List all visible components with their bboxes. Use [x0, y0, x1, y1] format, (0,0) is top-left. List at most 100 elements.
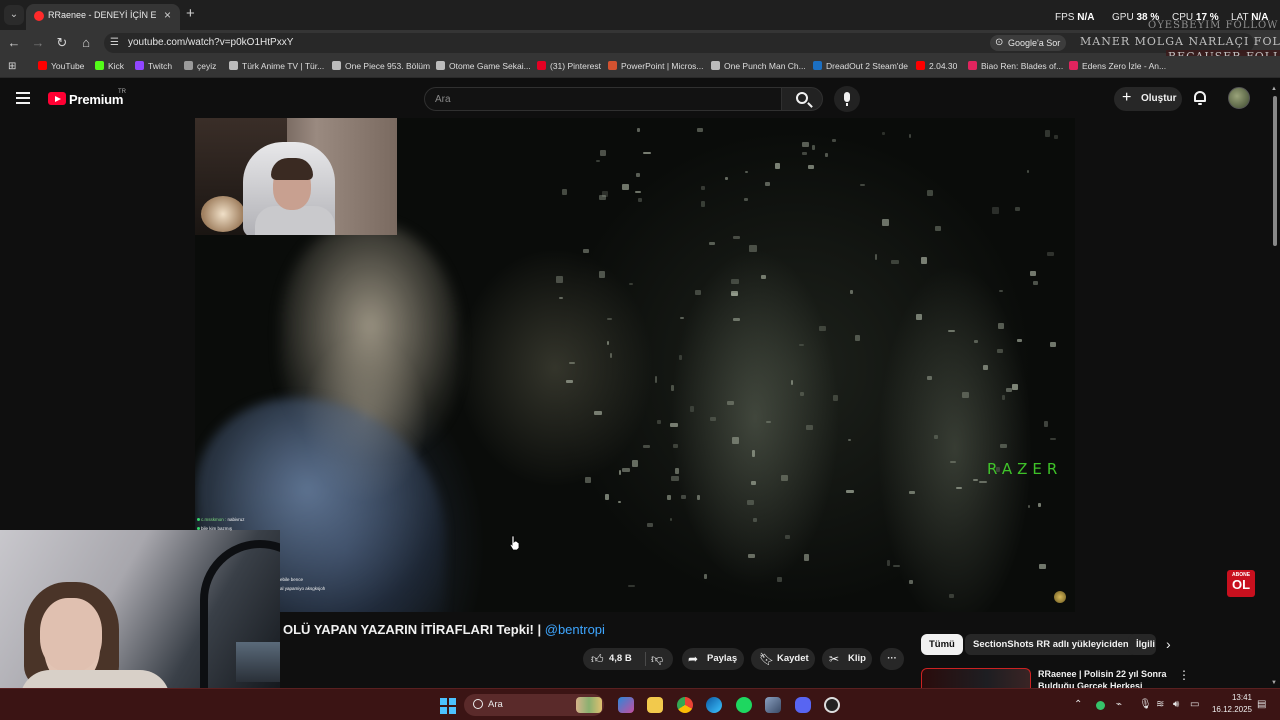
youtube-masthead: Premium TR Ara + Oluştur	[0, 80, 1280, 118]
browser-tab-strip: ⌄ RRaenee - DENEYİ İÇİN ERKEK × + FPS N/…	[0, 0, 1280, 30]
app-icon[interactable]	[765, 697, 781, 713]
youtube-favicon-icon	[34, 11, 44, 21]
voice-search-button[interactable]	[834, 86, 860, 112]
bookmark-label: 2.04.30	[929, 61, 958, 71]
bookmark-label: (31) Pinterest	[550, 61, 602, 71]
plus-icon: +	[1122, 89, 1132, 106]
wifi-icon[interactable]: ≋	[1156, 699, 1164, 710]
video-title-mention[interactable]: @bentropi	[545, 622, 605, 637]
obs-icon[interactable]	[824, 697, 840, 713]
search-button[interactable]	[781, 87, 823, 111]
avatar[interactable]	[1228, 87, 1250, 109]
recommendation-menu-icon[interactable]: ⋮	[1178, 668, 1190, 682]
chip-uploader[interactable]: SectionShots RR adlı yükleyiciden	[965, 634, 1137, 655]
bookmark-item[interactable]: 2.04.30	[916, 61, 957, 71]
recommendation-thumbnail[interactable]	[921, 668, 1031, 688]
bookmark-item[interactable]: Twitch	[135, 61, 172, 71]
bookmark-favicon-icon	[332, 61, 341, 70]
bookmark-item[interactable]: One Piece 953. Bölüm	[332, 61, 430, 71]
thumbs-up-icon[interactable]: 👍︎	[591, 648, 604, 670]
status-dot-icon[interactable]	[1096, 701, 1105, 710]
chat-message: bile kim bazmış	[197, 526, 232, 531]
thumbs-down-icon[interactable]: 👎︎	[651, 648, 663, 670]
notification-icon[interactable]: ▤	[1257, 699, 1266, 710]
bookmark-label: YouTube	[51, 61, 85, 71]
file-explorer-icon[interactable]	[647, 697, 663, 713]
bookmark-item[interactable]: Kick	[95, 61, 124, 71]
chat-username: c.msskmon :	[201, 517, 228, 522]
taskbar-search-input[interactable]: Ara	[464, 694, 604, 716]
bookmark-favicon-icon	[968, 61, 977, 70]
search-placeholder: Ara	[435, 94, 451, 105]
more-actions-button[interactable]: ···	[880, 648, 904, 670]
channel-watermark-icon[interactable]	[1054, 591, 1066, 603]
like-count[interactable]: 4,8 B	[609, 648, 632, 670]
apps-grid-icon[interactable]: ⊞	[8, 61, 16, 72]
clock-date[interactable]: 16.12.2025	[1198, 705, 1252, 714]
back-arrow-icon[interactable]: ←	[6, 35, 22, 51]
taskbar-search-icon	[473, 699, 483, 709]
bookmark-item[interactable]: DreadOut 2 Steam'de	[813, 61, 908, 71]
hand-cursor-icon	[509, 535, 520, 551]
share-button[interactable]: ➦ Paylaş	[682, 648, 744, 670]
reload-icon[interactable]: ↻	[54, 35, 70, 51]
chrome-icon[interactable]	[677, 697, 693, 713]
search-input[interactable]: Ara	[424, 87, 782, 111]
chip-related[interactable]: İlgili	[1128, 634, 1156, 655]
edge-icon[interactable]	[706, 697, 722, 713]
subscribe-badge-big: OL	[1231, 577, 1251, 592]
tab-close-icon[interactable]: ×	[164, 8, 171, 22]
bookmark-item[interactable]: çeyiz	[184, 61, 216, 71]
windows-start-icon[interactable]	[440, 698, 456, 714]
chat-text: al yapamiyo aksgksjoh	[280, 586, 326, 591]
fps-stat: FPS N/A	[1055, 12, 1095, 23]
create-button[interactable]: + Oluştur	[1114, 87, 1182, 111]
clock-time[interactable]: 13:41	[1212, 693, 1252, 702]
video-title: OLÜ YAPAN YAZARIN İTİRAFLARI Tepki! | @b…	[283, 622, 605, 637]
new-tab-plus-icon[interactable]: +	[186, 5, 195, 23]
bookmark-item[interactable]: Edens Zero İzle - An...	[1069, 61, 1166, 71]
clip-button[interactable]: ✂ Klip	[822, 648, 872, 670]
bookmark-favicon-icon	[38, 61, 47, 70]
bookmark-item[interactable]: PowerPoint | Micros...	[608, 61, 704, 71]
youtube-logo-icon[interactable]	[48, 92, 66, 105]
chat-text: bile kim bazmış	[201, 526, 233, 531]
recommendation-title[interactable]: RRaenee | Polisin 22 yıl Sonra Bulduğu G…	[1038, 668, 1168, 688]
site-info-icon[interactable]: ☰	[110, 37, 122, 49]
bookmark-label: One Piece 953. Bölüm	[345, 61, 431, 71]
network-icon[interactable]: ⌁	[1116, 699, 1122, 710]
google-ask-button[interactable]: ⊙ Google'a Sor	[990, 35, 1067, 51]
discord-icon[interactable]	[795, 697, 811, 713]
copilot-icon[interactable]	[618, 697, 634, 713]
bookmark-favicon-icon	[537, 61, 546, 70]
bookmark-favicon-icon	[436, 61, 445, 70]
bookmark-item[interactable]: Otome Game Sekai...	[436, 61, 531, 71]
menu-hamburger-icon[interactable]	[16, 92, 30, 104]
forward-arrow-icon[interactable]: →	[30, 35, 46, 51]
youtube-premium-brand[interactable]: Premium	[69, 92, 123, 107]
scroll-down-arrow-icon[interactable]: ▼	[1271, 680, 1277, 686]
bookmark-label: Biao Ren: Blades of...	[981, 61, 1064, 71]
microphone-icon	[844, 92, 850, 106]
home-icon[interactable]: ⌂	[78, 35, 94, 51]
browser-tab-active[interactable]: RRaenee - DENEYİ İÇİN ERKEK ×	[26, 4, 180, 30]
bookmark-favicon-icon	[813, 61, 822, 70]
scroll-up-arrow-icon[interactable]: ▲	[1271, 86, 1277, 92]
notifications-bell-icon[interactable]	[1193, 90, 1207, 106]
bookmark-item[interactable]: YouTube	[38, 61, 84, 71]
bookmark-label: Twitch	[148, 61, 173, 71]
chips-next-chevron-icon[interactable]: ›	[1166, 636, 1171, 652]
tab-search-chevron-icon[interactable]: ⌄	[4, 5, 24, 25]
bookmark-item[interactable]: Türk Anime TV | Tür...	[229, 61, 324, 71]
lens-icon: ⊙	[995, 37, 1004, 48]
bookmark-item[interactable]: (31) Pinterest	[537, 61, 601, 71]
spotify-icon[interactable]	[736, 697, 752, 713]
save-button[interactable]: 🔖︎ Kaydet	[751, 648, 815, 670]
bookmark-item[interactable]: One Punch Man Ch...	[711, 61, 806, 71]
scrollbar-thumb[interactable]	[1273, 96, 1277, 246]
mic-tray-icon[interactable]: 🎙︎	[1139, 699, 1152, 710]
volume-icon[interactable]: 🔊︎	[1173, 699, 1179, 710]
tray-overflow-chevron-icon[interactable]: ⌃	[1074, 699, 1082, 710]
chip-all[interactable]: Tümü	[921, 634, 963, 655]
bookmark-item[interactable]: Biao Ren: Blades of...	[968, 61, 1063, 71]
